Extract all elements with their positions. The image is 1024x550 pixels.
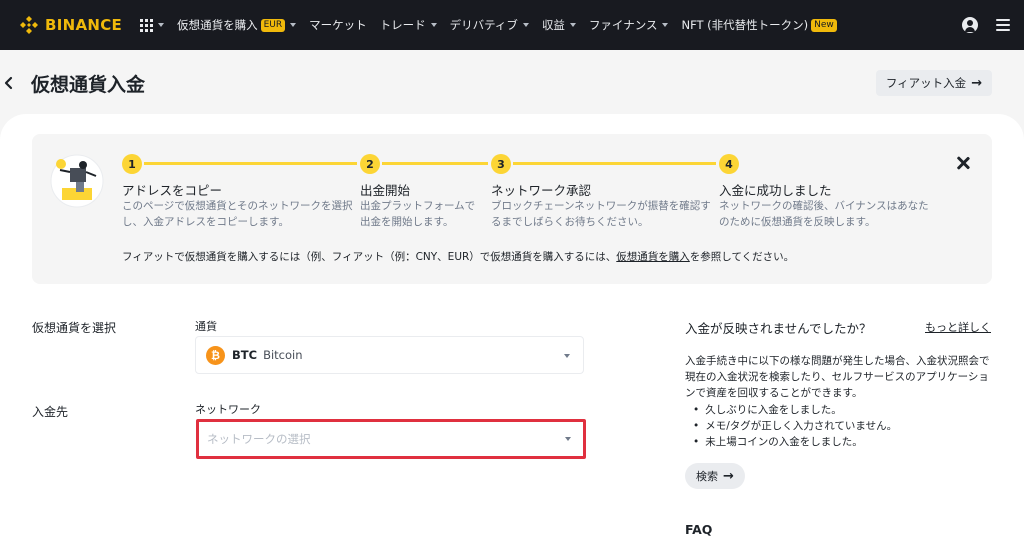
nav-trade[interactable]: トレード [380,17,437,33]
search-button[interactable]: 検索 → [685,463,745,489]
deposit-illustration-icon [50,154,104,208]
fiat-deposit-label: フィアット入金 [885,76,967,90]
search-button-label: 検索 [696,470,719,483]
step-connector [144,162,357,165]
help-issue-list: 久しぶりに入金をしました。 メモ/タグが正しく入力されていません。 未上場コイン… [693,402,897,450]
page-title: 仮想通貨入金 [31,74,146,96]
fiat-purchase-note: フィアットで仮想通貨を購入するには（例、フィアット（例：CNY、EUR）で仮想通… [122,249,794,264]
network-field-label: ネットワーク [195,403,261,416]
arrow-right-icon: → [723,468,734,484]
apps-grid-icon[interactable] [140,18,165,32]
step-title: 入金に成功しました [719,183,832,198]
step-number-4: 4 [719,154,739,174]
coin-select[interactable]: ₿ BTC Bitcoin [195,336,584,374]
menu-icon[interactable] [996,19,1010,31]
fiat-deposit-button[interactable]: フィアット入金 → [876,70,992,96]
list-item: 未上場コインの入金をしました。 [693,434,897,450]
help-title: 入金が反映されませんでしたか？ [685,321,872,336]
nav-derivatives[interactable]: デリバティブ [450,17,529,33]
step-title: ネットワーク承認 [491,183,592,198]
list-item: メモ/タグが正しく入力されていません。 [693,418,897,434]
user-icon[interactable] [962,17,978,33]
chevron-down-icon [565,437,571,441]
step-number-2: 2 [360,154,380,174]
nav-right-group [962,0,1010,50]
note-suffix: を参照してください。 [689,251,795,263]
nav-item-label: トレード [379,18,426,32]
top-navbar: BINANCE 仮想通貨を購入 EUR マーケット トレード デリバティブ 収益… [0,0,1024,50]
grid-icon [140,18,154,32]
network-select[interactable]: ネットワークの選択 [196,419,586,459]
chevron-down-icon [569,23,576,27]
coin-name: Bitcoin [263,348,303,362]
brand-name: BINANCE [45,16,123,34]
step-number-1: 1 [122,154,142,174]
currency-field-label: 通貨 [195,320,217,333]
help-description: 入金手続き中に以下の様な問題が発生した場合、入金状況照会で現在の入金状況を検索し… [685,355,990,399]
note-prefix: フィアットで仮想通貨を購入するには（例、フィアット（例：CNY、EUR）で仮想通… [122,251,617,263]
step-title: 出金開始 [360,183,411,198]
nav-item-label: NFT (非代替性トークン) [681,18,809,32]
nav-markets[interactable]: マーケット [309,17,367,33]
step-description: ネットワークの確認後、バイナンスはあなたのために仮想通貨を反映します。 [719,200,929,228]
chevron-down-icon [564,354,570,358]
faq-title: FAQ [685,522,713,537]
chevron-down-icon [522,23,529,27]
select-crypto-label: 仮想通貨を選択 [32,321,117,335]
nav-item-label: マーケット [309,18,367,32]
bitcoin-icon: ₿ [206,345,225,365]
coin-symbol: BTC [232,348,258,362]
network-placeholder: ネットワークの選択 [207,432,311,446]
currency-badge: EUR [260,18,286,32]
nav-item-label: 仮想通貨を購入 [177,18,258,32]
step-connector [513,162,716,165]
nav-finance[interactable]: ファイナンス [589,17,669,33]
learn-more-link[interactable]: もっと詳しく [925,319,991,335]
chevron-down-icon [290,23,297,27]
nav-item-label: 収益 [541,18,565,32]
binance-logo[interactable]: BINANCE [19,0,122,50]
back-arrow-icon[interactable] [4,76,14,90]
arrow-right-icon: → [971,75,983,91]
step-number-3: 3 [491,154,511,174]
step-description: 出金プラットフォームで出金を開始します。 [360,200,476,228]
close-icon[interactable] [955,155,971,171]
deposit-to-label: 入金先 [32,405,69,419]
chevron-down-icon [662,23,669,27]
step-description: ブロックチェーンネットワークが振替を確認するまでしばらくお待ちください。 [491,200,711,228]
list-item: 久しぶりに入金をしました。 [693,402,897,418]
nav-item-label: デリバティブ [449,18,518,32]
nav-item-label: ファイナンス [588,18,658,32]
step-title: アドレスをコピー [122,183,223,198]
binance-logo-icon [20,16,38,34]
step-description: このページで仮想通貨とそのネットワークを選択し、入金アドレスをコピーします。 [122,200,353,228]
buy-crypto-link[interactable]: 仮想通貨を購入 [616,251,690,263]
new-badge: New [811,18,837,32]
chevron-down-icon [430,23,437,27]
nav-earn[interactable]: 収益 [542,17,576,33]
nav-nft[interactable]: NFT (非代替性トークン) New [681,17,837,33]
nav-buy-crypto[interactable]: 仮想通貨を購入 EUR [177,17,297,33]
step-connector [382,162,488,165]
chevron-down-icon [158,23,165,27]
